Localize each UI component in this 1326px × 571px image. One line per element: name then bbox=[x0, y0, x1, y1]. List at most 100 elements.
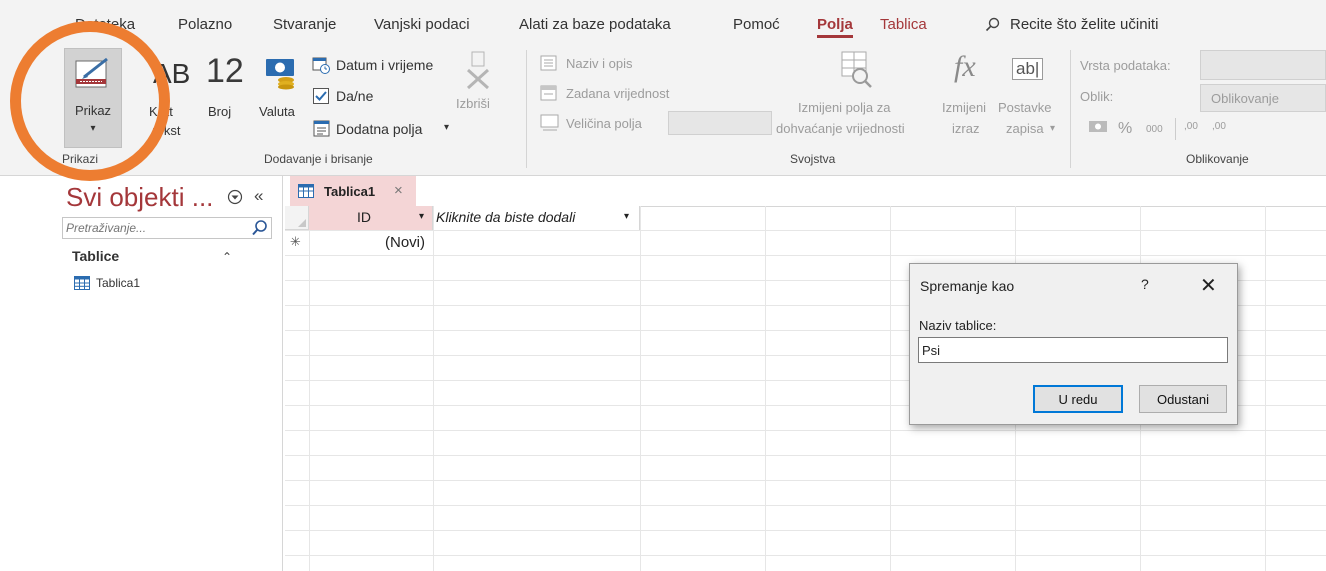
valuta-label: Valuta bbox=[259, 104, 295, 119]
chevron-down-icon: ▾ bbox=[444, 122, 450, 133]
field-size-icon bbox=[540, 114, 560, 137]
naziv-opis-label: Naziv i opis bbox=[566, 56, 633, 71]
nav-search-input[interactable] bbox=[63, 218, 249, 238]
column-menu-icon[interactable]: ▾ bbox=[624, 211, 629, 222]
new-row-id-cell[interactable]: (Novi) bbox=[385, 234, 425, 251]
tell-me-box[interactable]: Recite što želite učiniti bbox=[1010, 16, 1158, 33]
new-record-marker-icon: ✳ bbox=[290, 234, 301, 249]
name-caption-icon bbox=[540, 55, 558, 76]
table-name-value: Psi bbox=[922, 343, 941, 358]
tab-pomoc[interactable]: Pomoć bbox=[733, 16, 780, 33]
grid-line bbox=[285, 505, 1326, 506]
izmijeni-izraz-button[interactable]: fx Izmijeni izraz bbox=[938, 50, 996, 140]
da-ne-button[interactable]: Da/ne bbox=[312, 86, 412, 108]
dodatna-polja-button[interactable]: Dodatna polja ▾ bbox=[312, 118, 462, 140]
decrease-decimals-button[interactable]: ,00 bbox=[1212, 121, 1226, 132]
oblik-select-value: Oblikovanje bbox=[1211, 91, 1279, 106]
tab-polazno[interactable]: Polazno bbox=[178, 16, 232, 33]
column-menu-icon[interactable]: ▾ bbox=[419, 211, 424, 222]
chevron-down-icon: ▾ bbox=[1050, 123, 1056, 134]
cancel-button[interactable]: Odustani bbox=[1139, 385, 1227, 413]
group-label-svojstva: Svojstva bbox=[790, 152, 836, 166]
dialog-title: Spremanje kao bbox=[920, 278, 1015, 294]
grid-line bbox=[285, 480, 1326, 481]
checkbox-icon bbox=[313, 88, 329, 109]
postavke-zapisa-button[interactable]: ab| Postavke zapisa ▾ bbox=[998, 50, 1064, 140]
column-header-id[interactable]: ID ▾ bbox=[309, 206, 433, 230]
nav-item-tablica1[interactable]: Tablica1 bbox=[74, 274, 264, 294]
save-as-dialog: Spremanje kao ? ✕ Naziv tablice: Psi U r… bbox=[909, 263, 1238, 425]
broj-button[interactable]: 12 Broj bbox=[200, 48, 246, 148]
izmijeni-pretrazivanje-button[interactable]: Izmijeni polja za dohvaćanje vrijednosti bbox=[776, 50, 940, 140]
default-value-icon bbox=[540, 85, 558, 106]
datum-vrijeme-button[interactable]: Datum i vrijeme bbox=[312, 54, 462, 76]
percent-format-button[interactable]: % bbox=[1118, 120, 1132, 138]
document-tab-tablica1[interactable]: Tablica1 × bbox=[290, 176, 416, 206]
column-header-add-label: Kliknite da biste dodali bbox=[436, 209, 576, 225]
format-separator bbox=[1175, 118, 1176, 140]
group-label-oblikovanje: Oblikovanje bbox=[1186, 152, 1249, 166]
izbrisi-label: Izbriši bbox=[456, 96, 490, 111]
grid-line bbox=[285, 230, 1326, 231]
select-all-corner[interactable] bbox=[285, 206, 309, 230]
grid-line bbox=[285, 455, 1326, 456]
lookup-icon bbox=[838, 50, 874, 93]
dialog-field-label: Naziv tablice: bbox=[919, 318, 997, 333]
velicina-polja-label-wrap: Veličina polja bbox=[540, 112, 660, 136]
tab-stvaranje[interactable]: Stvaranje bbox=[273, 16, 336, 33]
grid-line bbox=[890, 206, 891, 571]
zadana-vrijednost-button[interactable]: Zadana vrijednost bbox=[540, 84, 700, 104]
calendar-clock-icon bbox=[312, 56, 330, 79]
nav-search-box bbox=[62, 217, 272, 239]
valuta-button[interactable]: Valuta bbox=[256, 48, 304, 148]
comma-format-button[interactable]: 000 bbox=[1146, 124, 1163, 135]
oblik-select[interactable]: Oblikovanje bbox=[1200, 84, 1326, 112]
tab-vanjski-podaci[interactable]: Vanjski podaci bbox=[374, 16, 470, 33]
izmijeni-izraz-label-1: Izmijeni bbox=[942, 100, 987, 115]
group-label-dodavanje: Dodavanje i brisanje bbox=[264, 152, 373, 166]
zadana-vrijednost-label: Zadana vrijednost bbox=[566, 86, 670, 101]
postavke-label-1: Postavke bbox=[998, 100, 1052, 115]
izbrisi-button[interactable]: Izbriši bbox=[456, 50, 496, 130]
tab-tablica[interactable]: Tablica bbox=[880, 16, 927, 33]
expression-icon: fx bbox=[954, 50, 976, 83]
number-icon: 12 bbox=[206, 52, 244, 90]
grid-line bbox=[433, 206, 434, 571]
delete-column-icon bbox=[464, 50, 492, 95]
da-ne-label: Da/ne bbox=[336, 88, 374, 104]
currency-format-icon[interactable] bbox=[1088, 120, 1110, 141]
izmijeni-pretr-label-2: dohvaćanje vrijednosti bbox=[776, 121, 905, 136]
velicina-polja-input[interactable] bbox=[668, 111, 772, 135]
naziv-opis-button[interactable]: Naziv i opis bbox=[540, 54, 660, 74]
vrsta-podataka-label: Vrsta podataka: bbox=[1080, 58, 1171, 73]
collapse-group-icon[interactable]: ⌃ bbox=[222, 250, 232, 264]
column-header-id-label: ID bbox=[357, 209, 371, 225]
nav-pane-title[interactable]: Svi objekti ... bbox=[66, 182, 213, 213]
velicina-polja-label: Veličina polja bbox=[566, 116, 642, 131]
ribbon: Prikaz ▾ Prikazi AB Krat tekst 12 Broj V… bbox=[0, 44, 1326, 176]
document-tab-strip bbox=[285, 176, 1326, 207]
vrsta-podataka-select[interactable] bbox=[1200, 50, 1326, 80]
postavke-label-2: zapisa bbox=[1006, 121, 1044, 136]
datum-vrijeme-label: Datum i vrijeme bbox=[336, 57, 434, 73]
column-header-add[interactable]: Kliknite da biste dodali ▾ bbox=[434, 206, 640, 230]
search-icon[interactable] bbox=[251, 219, 269, 242]
nav-item-label: Tablica1 bbox=[96, 276, 141, 290]
dialog-help-button[interactable]: ? bbox=[1141, 276, 1149, 292]
dialog-close-icon[interactable]: ✕ bbox=[1200, 273, 1217, 298]
grid-line bbox=[285, 555, 1326, 556]
table-icon bbox=[298, 184, 314, 203]
grid-line bbox=[285, 430, 1326, 431]
close-tab-icon[interactable]: × bbox=[394, 182, 403, 199]
nav-menu-chevron-icon[interactable] bbox=[227, 189, 243, 210]
table-name-input[interactable]: Psi bbox=[918, 337, 1228, 363]
ok-button[interactable]: U redu bbox=[1033, 385, 1123, 413]
ribbon-tab-bar: Datoteka Polazno Stvaranje Vanjski podac… bbox=[0, 0, 1326, 44]
tab-alati-baze[interactable]: Alati za baze podataka bbox=[519, 16, 671, 33]
grid-line bbox=[309, 206, 310, 571]
shutter-bar-close-icon[interactable]: « bbox=[254, 186, 263, 206]
nav-group-tablice[interactable]: Tablice bbox=[72, 248, 119, 264]
increase-decimals-button[interactable]: ,00 bbox=[1184, 121, 1198, 132]
lightbulb-search-icon[interactable] bbox=[985, 17, 1001, 38]
tab-polja[interactable]: Polja bbox=[817, 16, 853, 38]
